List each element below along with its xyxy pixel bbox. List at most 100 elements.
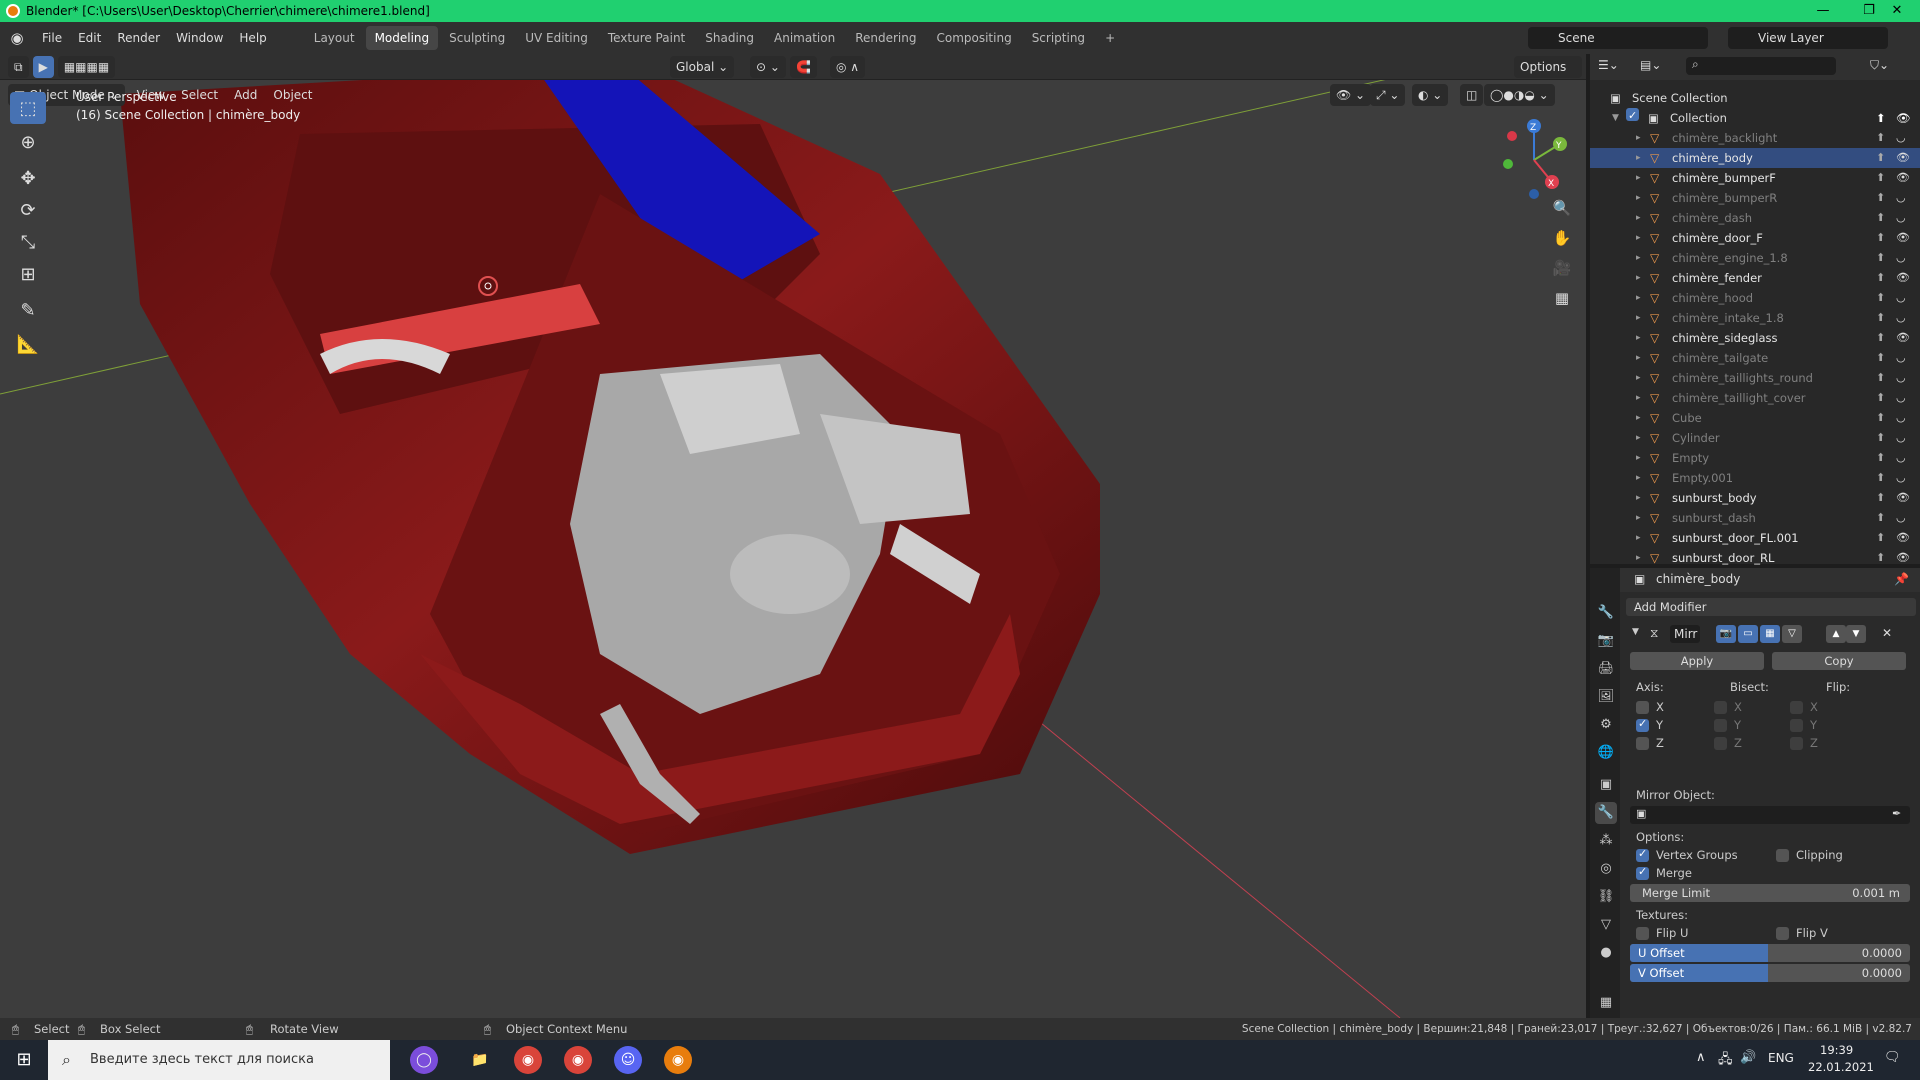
select-icon[interactable]: ⬆	[1876, 428, 1885, 448]
outliner-item[interactable]: ▸ ▽ Empty ⬆ ◡	[1590, 448, 1920, 468]
measure-tool-icon[interactable]: 📐	[10, 328, 46, 360]
menu-window[interactable]: Window	[168, 22, 231, 54]
bisect-checkbox[interactable]	[1714, 701, 1727, 714]
select-icon[interactable]: ⬆	[1876, 308, 1885, 328]
visibility-icon[interactable]: 👁 ⌄	[1330, 84, 1372, 106]
eye-closed-icon[interactable]: ◡	[1896, 388, 1906, 408]
select-icon[interactable]: ⬆	[1876, 148, 1885, 168]
vertex-groups-checkbox[interactable]	[1636, 847, 1649, 862]
expand-icon[interactable]: ▸	[1636, 168, 1641, 188]
expand-icon[interactable]: ▸	[1636, 128, 1641, 148]
axis-checkbox[interactable]	[1636, 737, 1649, 750]
scene-selector[interactable]: Scene	[1528, 27, 1708, 49]
expand-icon[interactable]: ▸	[1636, 488, 1641, 508]
clipping-checkbox[interactable]	[1776, 849, 1789, 862]
expand-icon[interactable]: ▸	[1636, 368, 1641, 388]
select-icon[interactable]: ⬆	[1876, 228, 1885, 248]
copy-button[interactable]: Copy	[1772, 652, 1906, 670]
filter-icon[interactable]: ⛉⌄	[1870, 58, 1889, 73]
expand-icon[interactable]: ▸	[1636, 288, 1641, 308]
outliner-item[interactable]: ▸ ▽ chimère_taillights_round ⬆ ◡	[1590, 368, 1920, 388]
select-icon[interactable]: ⬆	[1876, 548, 1885, 568]
display-mode-icon[interactable]: ▤⌄	[1640, 58, 1661, 72]
expand-icon[interactable]: ▸	[1636, 388, 1641, 408]
select-icon[interactable]: ⬆	[1876, 508, 1885, 528]
menu-render[interactable]: Render	[109, 22, 168, 54]
scene-collection-row[interactable]: ▣ Scene Collection	[1590, 88, 1920, 108]
object-tab-icon[interactable]: ▣	[1595, 774, 1617, 796]
eye-icon[interactable]: 👁	[1896, 228, 1910, 248]
outliner-item[interactable]: ▸ ▽ sunburst_door_RL ⬆ 👁	[1590, 548, 1920, 568]
pivot-icon[interactable]: ⊙ ⌄	[750, 55, 786, 78]
expand-icon[interactable]: ▸	[1636, 208, 1641, 228]
merge-checkbox[interactable]	[1636, 865, 1649, 880]
menu-add[interactable]: Add	[226, 88, 265, 102]
chrome-icon[interactable]: ◉	[514, 1046, 542, 1074]
select-icon[interactable]: ⬆	[1876, 268, 1885, 288]
select-icon[interactable]: ⬆	[1876, 488, 1885, 508]
outliner-item[interactable]: ▸ ▽ sunburst_body ⬆ 👁	[1590, 488, 1920, 508]
expand-icon[interactable]: ▸	[1636, 268, 1641, 288]
blender-taskbar-icon[interactable]: ◉	[664, 1046, 692, 1074]
pin-icon[interactable]: 📌	[1894, 572, 1909, 586]
outliner-search-input[interactable]: ⌕	[1686, 57, 1836, 75]
render-toggle-icon[interactable]: 📷	[1716, 625, 1736, 643]
editor-type-icon[interactable]: ⧉	[8, 55, 29, 78]
close-button[interactable]: ✕	[1874, 0, 1920, 22]
select-icon[interactable]: ⬆	[1876, 168, 1885, 188]
outliner-item[interactable]: ▸ ▽ chimère_taillight_cover ⬆ ◡	[1590, 388, 1920, 408]
eye-icon[interactable]: 👁	[1896, 328, 1910, 348]
select-icon[interactable]: ⬆	[1876, 208, 1885, 228]
outliner-item[interactable]: ▸ ▽ sunburst_dash ⬆ ◡	[1590, 508, 1920, 528]
cortana-icon[interactable]: ◯	[410, 1046, 438, 1074]
select-icon[interactable]: ⬆	[1876, 248, 1885, 268]
physics-tab-icon[interactable]: ◎	[1595, 858, 1617, 880]
select-icon[interactable]: ⬆	[1876, 408, 1885, 428]
clock-date[interactable]: 22.01.2021	[1808, 1060, 1874, 1074]
axis-checkbox[interactable]	[1636, 701, 1649, 714]
apply-button[interactable]: Apply	[1630, 652, 1764, 670]
expand-icon[interactable]: ▸	[1636, 188, 1641, 208]
material-tab-icon[interactable]: ●	[1595, 942, 1617, 964]
flip-checkbox[interactable]	[1790, 737, 1803, 750]
menu-edit[interactable]: Edit	[70, 22, 109, 54]
view-layer-tab-icon[interactable]: 🖼	[1595, 686, 1617, 708]
outliner-item[interactable]: ▸ ▽ chimère_dash ⬆ ◡	[1590, 208, 1920, 228]
chrome-profile-icon[interactable]: ◉	[564, 1046, 592, 1074]
rotate-tool-icon[interactable]: ⟳	[10, 194, 46, 226]
eye-icon[interactable]: 👁	[1896, 548, 1910, 568]
outliner-item[interactable]: ▸ ▽ chimère_body ⬆ 👁	[1590, 148, 1920, 168]
expand-icon[interactable]: ▸	[1636, 448, 1641, 468]
select-icon[interactable]: ⬆	[1876, 188, 1885, 208]
eye-closed-icon[interactable]: ◡	[1896, 508, 1906, 528]
data-tab-icon[interactable]: ▽	[1595, 914, 1617, 936]
outliner-item[interactable]: ▸ ▽ chimère_hood ⬆ ◡	[1590, 288, 1920, 308]
proportional-edit-icon[interactable]: ◎ ∧	[830, 55, 866, 78]
select-icon[interactable]: ⬆	[1876, 128, 1885, 148]
expand-icon[interactable]: ▸	[1636, 528, 1641, 548]
transform-tool-icon[interactable]: ⊞	[10, 258, 46, 290]
modifier-name-input[interactable]: Mirr	[1670, 625, 1700, 643]
eye-closed-icon[interactable]: ◡	[1896, 308, 1906, 328]
eye-icon[interactable]: 👁	[1896, 148, 1910, 168]
windows-start-icon[interactable]: ⊞	[10, 1046, 38, 1074]
select-tool-icon[interactable]: ⬚	[10, 92, 46, 124]
outliner-item[interactable]: ▸ ▽ chimère_backlight ⬆ ◡	[1590, 128, 1920, 148]
select-icon[interactable]: ⬆	[1876, 328, 1885, 348]
gizmo-toggle-icon[interactable]: ⤢ ⌄	[1370, 84, 1406, 106]
render-tab-icon[interactable]: 📷	[1595, 630, 1617, 652]
bisect-checkbox[interactable]	[1714, 737, 1727, 750]
expand-icon[interactable]: ▸	[1636, 308, 1641, 328]
eye-closed-icon[interactable]: ◡	[1896, 368, 1906, 388]
select-icon[interactable]: ⬆	[1876, 468, 1885, 488]
tab-layout[interactable]: Layout	[305, 26, 364, 50]
output-tab-icon[interactable]: 🖨	[1595, 658, 1617, 680]
scene-tab-icon[interactable]: ⚙	[1595, 714, 1617, 736]
select-icon[interactable]: ⬆	[1876, 368, 1885, 388]
select-icon[interactable]: ⬆	[1876, 348, 1885, 368]
menu-file[interactable]: File	[34, 22, 70, 54]
v-offset-field[interactable]: V Offset 0.0000	[1630, 964, 1910, 982]
view-layer-selector[interactable]: View Layer	[1728, 27, 1888, 49]
eye-closed-icon[interactable]: ◡	[1896, 288, 1906, 308]
tray-chevron-icon[interactable]: ∧	[1696, 1050, 1706, 1065]
